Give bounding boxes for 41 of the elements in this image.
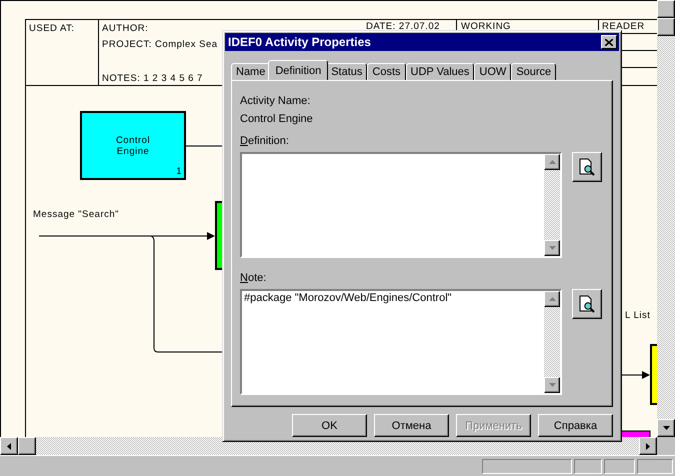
close-button[interactable] bbox=[601, 35, 617, 49]
used-at-label: USED AT: bbox=[29, 23, 75, 34]
tab[interactable]: Costs bbox=[367, 63, 406, 80]
activity-name-value: Control Engine bbox=[240, 113, 313, 126]
scroll-up-button[interactable] bbox=[657, 0, 675, 18]
tab[interactable]: UOW bbox=[474, 63, 512, 80]
arrow bbox=[622, 371, 650, 379]
down-arrow-icon[interactable] bbox=[662, 426, 670, 430]
activity-box: Control Engine 1 bbox=[80, 111, 186, 180]
status-label: WORKING bbox=[461, 21, 511, 32]
scroll-thumb[interactable] bbox=[18, 437, 36, 455]
text-area[interactable]: #package "Morozov/Web/Engines/Control" bbox=[240, 289, 562, 395]
field-label: Note: bbox=[240, 272, 266, 285]
dialog-title: IDEF0 Activity Properties bbox=[228, 35, 371, 49]
activity-name-label: Activity Name: bbox=[240, 95, 310, 108]
tab[interactable]: UDP Values bbox=[406, 63, 474, 80]
arrow-label: L List bbox=[625, 310, 650, 321]
reader-label: READER bbox=[602, 21, 645, 32]
date-label: DATE: 27.07.02 bbox=[366, 21, 440, 32]
scroll-thumb[interactable] bbox=[657, 18, 675, 36]
magnifier-page-icon bbox=[578, 158, 596, 176]
preview-button[interactable] bbox=[572, 152, 602, 182]
field-label: Definition: bbox=[240, 135, 289, 148]
dialog-button[interactable]: Отмена bbox=[374, 414, 449, 437]
close-icon bbox=[605, 38, 613, 46]
tab[interactable]: Definition bbox=[268, 60, 328, 80]
tab[interactable]: Source bbox=[511, 63, 556, 80]
notes-label: NOTES: 1 2 3 4 5 6 7 bbox=[102, 73, 203, 84]
vertical-scrollbar[interactable] bbox=[657, 0, 675, 437]
left-arrow-icon[interactable] bbox=[7, 442, 11, 450]
right-arrow-icon[interactable] bbox=[646, 442, 650, 450]
text-area[interactable] bbox=[240, 152, 562, 258]
tab[interactable]: Name bbox=[231, 63, 270, 80]
preview-button[interactable] bbox=[572, 289, 602, 319]
dialog-button[interactable]: OK bbox=[292, 414, 367, 437]
magnifier-page-icon bbox=[578, 295, 596, 313]
project-label: PROJECT: Complex Sea bbox=[102, 39, 218, 50]
arrow-label: Message "Search" bbox=[33, 209, 120, 220]
tab[interactable]: Status bbox=[326, 63, 368, 80]
dialog-button[interactable]: Справка bbox=[538, 414, 613, 437]
author-label: AUTHOR: bbox=[102, 23, 148, 34]
